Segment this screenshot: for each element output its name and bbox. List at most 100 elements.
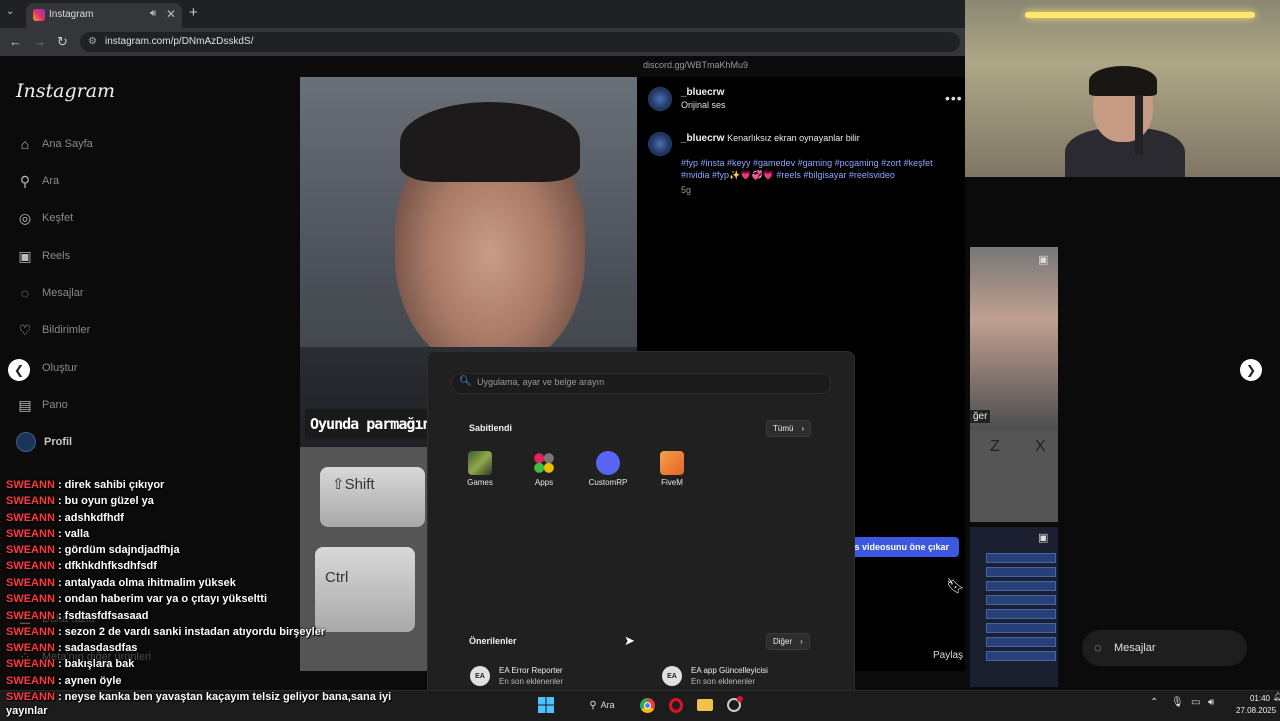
start-button[interactable] (537, 696, 555, 714)
opera-icon (669, 697, 683, 713)
pinned-app-fivem[interactable]: FiveM (647, 451, 697, 487)
chat-line: SWEANN : valla (6, 528, 89, 540)
new-tab-icon[interactable]: + (189, 4, 198, 21)
caption-text: Kenarlıksız ekran oynayanlar bilir (727, 133, 860, 143)
compass-icon: ◎ (18, 209, 32, 226)
close-tab-icon[interactable]: ✕ (166, 7, 176, 21)
related-post-thumbnail[interactable]: Z X (970, 430, 1058, 522)
sidebar-item-explore[interactable]: ◎ Keşfet (16, 207, 73, 229)
sidebar-item-label: Mesajlar (42, 287, 84, 299)
bookmark-icon[interactable]: 🔖︎ (946, 577, 965, 595)
share-button[interactable]: Paylaş (933, 650, 963, 661)
pinned-app-apps[interactable]: Apps (519, 451, 569, 487)
key-shift: ⇧Shift (320, 467, 425, 527)
tab-search-dropdown-icon[interactable]: ⌄ (6, 6, 14, 17)
reels-icon: ▣ (18, 247, 32, 264)
all-apps-button[interactable]: Tümü › (766, 420, 812, 437)
caption-username[interactable]: _bluecrw (681, 133, 724, 144)
hashtags-line-2[interactable]: #nvidia #fyp✨💗💞💗 #reels #bilgisayar #ree… (681, 169, 895, 181)
sidebar-item-home[interactable]: ⌂ Ana Sayfa (16, 133, 93, 155)
sidebar-item-notifications[interactable]: ♡ Bildirimler (16, 319, 91, 341)
recommended-item[interactable]: EA EA Error Reporter En son eklenenler (470, 666, 563, 686)
folder-icon (697, 699, 713, 711)
chevron-up-icon[interactable]: ⌃ (1150, 697, 1158, 708)
hashtags-line-1[interactable]: #fyp #insta #keyy #gamedev #gaming #pcga… (681, 157, 933, 169)
browser-tab-instagram[interactable]: Instagram 🔊︎ ✕ (26, 3, 182, 28)
messenger-icon: ◌ (1094, 640, 1102, 655)
search-icon: ⚲ (589, 699, 597, 711)
sidebar-item-search[interactable]: ⚲ Ara (16, 170, 59, 192)
chevron-left-icon: ❮ (13, 363, 25, 377)
taskbar-search-button[interactable]: ⚲ Ara (582, 696, 622, 714)
chat-line: SWEANN : ondan haberim var ya o çıtayı y… (6, 593, 267, 605)
author-username[interactable]: _bluecrw (681, 87, 724, 98)
next-post-button[interactable]: ❯ (1240, 359, 1262, 381)
taskbar-app[interactable] (725, 696, 743, 714)
more-recommended-button[interactable]: Diğer › (766, 633, 810, 650)
related-post-thumbnail[interactable]: ▣ ğer (970, 247, 1058, 430)
network-icon[interactable]: ▭ (1191, 697, 1200, 708)
notification-bell-icon[interactable]: 🔔︎ (1273, 692, 1280, 701)
chat-text: : bakışlara bak (54, 658, 135, 670)
thumbnail-row (986, 595, 1056, 605)
video-caption-text: Oyunda parmağın (310, 415, 431, 433)
sidebar-item-profile[interactable]: Profil (16, 431, 72, 453)
taskbar-search-label: Ara (600, 700, 615, 710)
url-text[interactable]: instagram.com/p/DNmAzDsskdS/ (105, 36, 253, 47)
chat-user: SWEANN (6, 642, 55, 654)
chat-user: SWEANN (6, 544, 55, 556)
avatar (16, 432, 36, 452)
chat-text: : antalyada olma ihitmalim yüksek (54, 577, 236, 589)
forward-arrow-icon[interactable]: → (33, 34, 46, 49)
taskbar-clock[interactable]: 01:40 27.08.2025 (1236, 693, 1276, 717)
promote-label: ls videosunu öne çıkar (852, 542, 950, 552)
reels-icon: ▣ (1038, 254, 1049, 266)
led-lights (1025, 12, 1255, 18)
chat-text: : sezon 2 de vardı sanki instadan atıyor… (54, 626, 326, 638)
comment-avatar[interactable] (648, 132, 672, 156)
site-info-icon[interactable]: ⚙ (88, 36, 97, 47)
back-arrow-icon[interactable]: ← (9, 34, 22, 49)
audio-label[interactable]: Orijinal ses (681, 100, 726, 110)
recommended-subtitle: En son eklenenler (691, 677, 756, 686)
chat-text: : ondan haberim var ya o çıtayı yükseltt… (54, 593, 268, 605)
sidebar-item-messages[interactable]: ◌ Mesajlar (16, 282, 84, 304)
instagram-logo[interactable]: Instagram (16, 80, 115, 102)
volume-icon[interactable]: 🔊︎ (1208, 697, 1214, 708)
chat-line: SWEANN : adshkdfhdf (6, 512, 124, 524)
pinned-app-games[interactable]: Games (455, 451, 505, 487)
messages-float-button[interactable]: ◌ Mesajlar (1082, 630, 1247, 666)
author-avatar[interactable] (648, 87, 672, 111)
discord-link[interactable]: discord.gg/WBTmaKhMu9 (643, 60, 748, 70)
sidebar-item-dashboard[interactable]: ▤ Pano (16, 394, 67, 416)
key-z-icon: Z (990, 438, 1000, 455)
more-options-icon[interactable]: ••• (945, 90, 963, 106)
thumbnail-row (986, 623, 1056, 633)
sidebar-item-reels[interactable]: ▣ Reels (16, 245, 70, 267)
home-icon: ⌂ (20, 136, 30, 152)
promote-reel-button[interactable]: ls videosunu öne çıkar (846, 537, 959, 557)
taskbar-opera[interactable] (667, 696, 685, 714)
heart-icon: ♡ (18, 321, 32, 338)
search-icon: 🔍︎ (459, 376, 472, 387)
chat-user: SWEANN (6, 610, 55, 622)
related-post-thumbnail[interactable]: ▣ (970, 527, 1058, 687)
chat-line: yayınlar (6, 705, 48, 717)
recommended-item[interactable]: EA EA app Güncelleyicisi En son eklenenle… (662, 666, 768, 686)
more-label: Diğer (773, 637, 793, 646)
thumbnail-row (986, 637, 1056, 647)
speaker-icon[interactable]: 🔊︎ (150, 8, 156, 19)
microphone-icon[interactable]: 🎙︎ (1171, 697, 1184, 708)
start-search-input[interactable] (477, 376, 817, 388)
previous-post-button[interactable]: ❮ (8, 359, 30, 381)
chat-user: SWEANN (6, 512, 55, 524)
streamer-hair (1089, 66, 1157, 96)
taskbar-file-explorer[interactable] (696, 696, 714, 714)
chat-line: SWEANN : neyse kanka ben yavaştan kaçayı… (6, 691, 391, 703)
chat-line: SWEANN : aynen öyle (6, 675, 122, 687)
pinned-app-customrp[interactable]: CustomRP (583, 451, 633, 487)
reload-icon[interactable]: ↻ (57, 34, 68, 50)
taskbar-chrome[interactable] (638, 696, 656, 714)
ea-logo-icon: EA (470, 666, 490, 686)
recommended-title-text: EA app Güncelleyicisi (691, 666, 768, 675)
